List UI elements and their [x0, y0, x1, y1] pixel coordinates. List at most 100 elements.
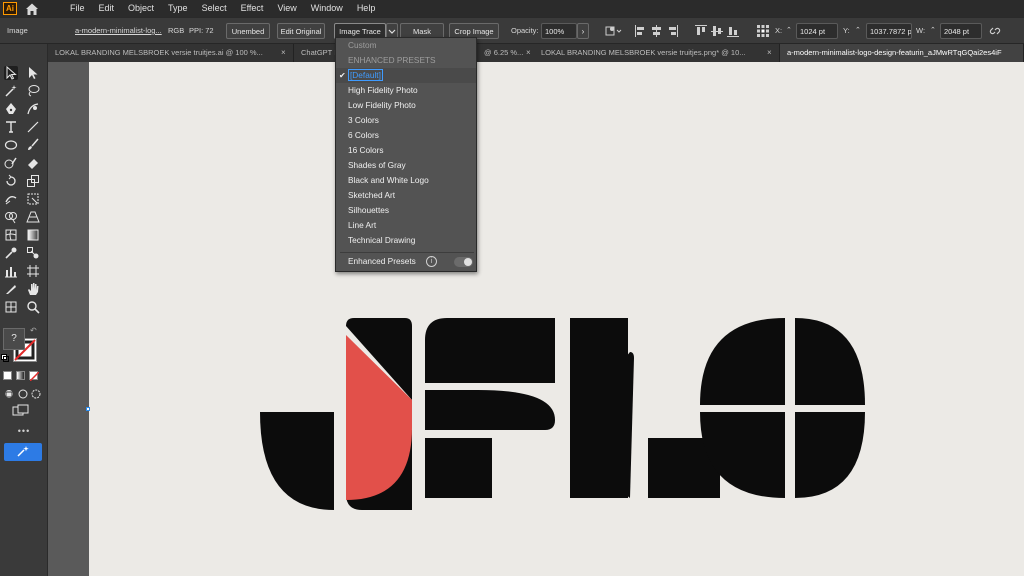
tab-label: LOKAL BRANDING MELSBROEK versie truitjes…	[541, 48, 746, 57]
shape-builder-tool-icon[interactable]	[4, 210, 18, 224]
constrain-proportions-link-icon[interactable]	[988, 24, 1001, 38]
jflo-logo-image[interactable]	[89, 62, 1024, 576]
menu-item-3-colors[interactable]: 3 Colors	[336, 113, 476, 128]
type-tool-icon[interactable]	[4, 120, 18, 134]
scale-tool-icon[interactable]	[26, 174, 40, 188]
menu-item-black-and-white-logo[interactable]: Black and White Logo	[336, 173, 476, 188]
edit-original-button[interactable]: Edit Original	[277, 23, 325, 39]
align-right-icon[interactable]	[666, 24, 678, 38]
home-icon[interactable]	[25, 2, 39, 16]
selection-type-label: Image	[7, 26, 28, 35]
default-fill-stroke-icon[interactable]	[1, 354, 9, 362]
w-stepper-icon[interactable]: ⌃	[930, 23, 936, 39]
x-label: X:	[775, 26, 783, 35]
enhanced-presets-toggle[interactable]	[454, 257, 473, 267]
menu-effect[interactable]: Effect	[234, 0, 271, 17]
perspective-grid-tool-icon[interactable]	[26, 210, 40, 224]
artboard-tool-icon[interactable]	[26, 264, 40, 278]
y-position-field[interactable]: 1037.7872 p	[866, 23, 912, 39]
ellipse-tool-icon[interactable]	[4, 138, 18, 152]
line-segment-tool-icon[interactable]	[26, 120, 40, 134]
recolor-artwork-icon[interactable]	[605, 24, 622, 38]
none-mode-button[interactable]	[29, 371, 40, 382]
align-vertical-center-icon[interactable]	[710, 24, 723, 38]
paintbrush-tool-icon[interactable]	[26, 138, 40, 152]
menu-item-silhouettes[interactable]: Silhouettes	[336, 203, 476, 218]
menu-item-default[interactable]: ✔ [Default]	[336, 68, 476, 83]
menu-item-high-fidelity-photo[interactable]: High Fidelity Photo	[336, 83, 476, 98]
mesh-tool-icon[interactable]	[4, 228, 18, 242]
menu-object[interactable]: Object	[121, 0, 161, 17]
slice-tool-icon[interactable]	[4, 282, 18, 296]
tab-document-4[interactable]: LOKAL BRANDING MELSBROEK versie truitjes…	[534, 44, 780, 62]
draw-inside-icon[interactable]	[29, 387, 43, 401]
align-horizontal-center-icon[interactable]	[650, 24, 662, 38]
tab-close-icon[interactable]: ×	[767, 44, 772, 62]
gradient-mode-button[interactable]	[16, 371, 25, 380]
generative-ai-button[interactable]	[4, 443, 42, 461]
menu-help[interactable]: Help	[350, 0, 383, 17]
opacity-expand-button[interactable]: ›	[577, 23, 589, 39]
x-position-field[interactable]: 1024 pt	[796, 23, 838, 39]
gradient-tool-icon[interactable]	[26, 228, 40, 242]
edit-toolbar-button[interactable]: •••	[0, 426, 48, 436]
info-icon[interactable]: i	[426, 256, 437, 267]
menu-file[interactable]: File	[63, 0, 92, 17]
w-label: W:	[916, 26, 926, 35]
menu-item-sketched-art[interactable]: Sketched Art	[336, 188, 476, 203]
menu-item-shades-of-gray[interactable]: Shades of Gray	[336, 158, 476, 173]
curvature-tool-icon[interactable]	[26, 102, 40, 116]
menu-select[interactable]: Select	[195, 0, 234, 17]
free-transform-tool-icon[interactable]	[26, 192, 40, 206]
width-field[interactable]: 2048 pt	[940, 23, 982, 39]
draw-normal-icon[interactable]	[3, 387, 17, 401]
selection-handle[interactable]	[86, 407, 90, 411]
align-bottom-icon[interactable]	[726, 24, 739, 38]
rotate-tool-icon[interactable]	[4, 174, 18, 188]
eyedropper-tool-icon[interactable]	[4, 246, 18, 260]
menu-item-16-colors[interactable]: 16 Colors	[336, 143, 476, 158]
menu-view[interactable]: View	[270, 0, 303, 17]
column-graph-tool-icon[interactable]	[4, 264, 18, 278]
fill-swatch-unknown[interactable]: ?	[3, 328, 25, 350]
zoom-tool-icon[interactable]	[26, 300, 40, 314]
unembed-button[interactable]: Unembed	[226, 23, 270, 39]
draw-behind-icon[interactable]	[16, 387, 30, 401]
screen-mode-icon[interactable]	[12, 404, 30, 418]
swap-fill-stroke-icon[interactable]: ↶	[30, 326, 37, 335]
menu-edit[interactable]: Edit	[92, 0, 122, 17]
tab-document-active[interactable]: a-modern-minimalist-logo-design-featurin…	[780, 44, 1024, 62]
color-mode-button[interactable]	[3, 371, 12, 380]
menu-item-line-art[interactable]: Line Art	[336, 218, 476, 233]
menu-type[interactable]: Type	[161, 0, 195, 17]
tab-close-icon[interactable]: ×	[281, 44, 286, 62]
menu-item-6-colors[interactable]: 6 Colors	[336, 128, 476, 143]
linked-file-name[interactable]: a-modern-minimalist-log...	[75, 23, 165, 39]
menu-item-technical-drawing[interactable]: Technical Drawing	[336, 233, 476, 248]
tab-label: @ 6.25 %...	[484, 48, 524, 57]
align-left-icon[interactable]	[634, 24, 646, 38]
tab-document-1[interactable]: LOKAL BRANDING MELSBROEK versie truitjes…	[48, 44, 294, 62]
menu-item-custom: Custom	[348, 40, 377, 50]
direct-selection-tool-icon[interactable]	[26, 66, 40, 80]
y-stepper-icon[interactable]: ⌃	[855, 23, 861, 39]
align-top-icon[interactable]	[694, 24, 707, 38]
pen-tool-icon[interactable]	[4, 102, 18, 116]
magic-wand-tool-icon[interactable]	[4, 84, 18, 98]
artboard[interactable]	[89, 62, 1024, 576]
eraser-tool-icon[interactable]	[26, 156, 40, 170]
print-tiling-tool-icon[interactable]	[4, 300, 18, 314]
menu-item-low-fidelity-photo[interactable]: Low Fidelity Photo	[336, 98, 476, 113]
x-stepper-icon[interactable]: ⌃	[786, 23, 792, 39]
shaper-tool-icon[interactable]	[4, 156, 18, 170]
hand-tool-icon[interactable]	[26, 282, 40, 296]
menu-window[interactable]: Window	[304, 0, 350, 17]
image-trace-presets-menu: Custom ENHANCED PRESETS ✔ [Default] High…	[335, 37, 477, 272]
lasso-tool-icon[interactable]	[26, 84, 40, 98]
warp-tool-icon[interactable]	[4, 192, 18, 206]
opacity-field[interactable]: 100%	[541, 23, 577, 39]
selection-tool-icon[interactable]	[4, 66, 18, 80]
tab-close-icon[interactable]: ×	[526, 44, 531, 62]
transform-reference-point-icon[interactable]	[756, 24, 769, 38]
blend-tool-icon[interactable]	[26, 246, 40, 260]
